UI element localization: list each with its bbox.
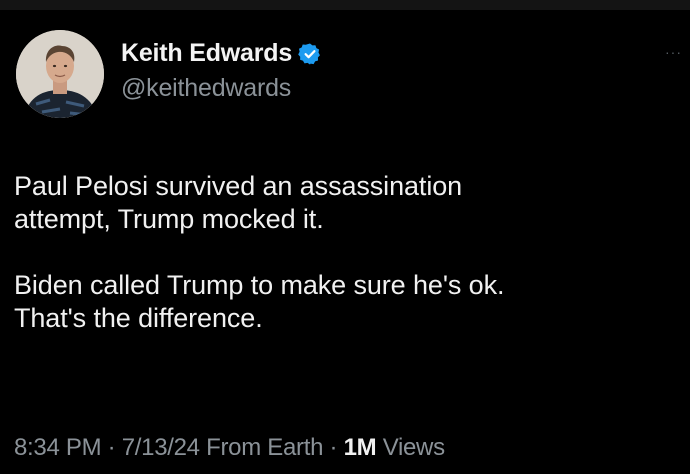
meta-separator: · — [329, 434, 338, 461]
views-count[interactable]: 1M — [344, 434, 377, 461]
tweet-date[interactable]: 7/13/24 — [122, 434, 200, 461]
tweet-line: Biden called Trump to make sure he's ok. — [14, 270, 505, 300]
meta-separator: · — [107, 434, 116, 461]
views-label: Views — [382, 434, 445, 461]
tweet-paragraph-1: Paul Pelosi survived an assassination at… — [14, 170, 674, 236]
tweet-line: That's the difference. — [14, 303, 263, 333]
author-name-row: Keith Edwards — [121, 38, 322, 70]
tweet-line: attempt, Trump mocked it. — [14, 204, 324, 234]
tweet-paragraph-2: Biden called Trump to make sure he's ok.… — [14, 269, 674, 335]
avatar-image — [16, 30, 104, 118]
verified-badge-icon — [298, 42, 322, 66]
top-divider — [0, 0, 690, 10]
tweet-source: From Earth — [206, 434, 324, 461]
tweet-metadata: 8:34 PM · 7/13/24 From Earth · 1M Views — [14, 434, 445, 462]
tweet-header: Keith Edwards @keithedwards — [16, 30, 322, 118]
tweet-text: Paul Pelosi survived an assassination at… — [14, 170, 674, 368]
tweet-time[interactable]: 8:34 PM — [14, 434, 102, 461]
more-dots-icon[interactable]: ··· — [665, 44, 682, 60]
tweet-line: Paul Pelosi survived an assassination — [14, 171, 463, 201]
author-identity: Keith Edwards @keithedwards — [121, 38, 322, 103]
author-handle[interactable]: @keithedwards — [121, 74, 322, 103]
avatar[interactable] — [16, 30, 104, 118]
author-display-name[interactable]: Keith Edwards — [121, 39, 292, 68]
